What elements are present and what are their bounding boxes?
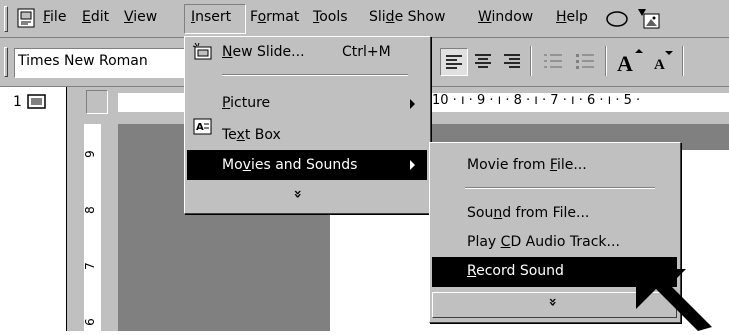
menu-item-text-box[interactable]: Text Box <box>222 127 281 143</box>
ruler-corner <box>86 90 108 114</box>
increase-font-button[interactable]: A <box>614 48 644 74</box>
align-left-button[interactable] <box>440 48 468 76</box>
align-center-button[interactable] <box>470 48 496 74</box>
numbering-icon <box>544 54 562 68</box>
toolbar-separator-3 <box>682 46 684 76</box>
vertical-ruler[interactable]: 9 8 7 6 <box>83 124 101 331</box>
toolbar-grip[interactable] <box>4 47 8 77</box>
insert-menu-expand-icon[interactable]: » <box>290 189 306 198</box>
menu-tools[interactable]: Tools <box>313 9 348 25</box>
menu-view[interactable]: View <box>124 9 157 25</box>
insert-picture-icon[interactable] <box>636 7 662 31</box>
outline-pane <box>0 87 66 331</box>
menu-file[interactable]: File <box>43 9 66 25</box>
pane-splitter[interactable] <box>66 87 82 331</box>
submenu-item-sound-from-file[interactable]: Sound from File... <box>467 205 589 221</box>
menu-item-new-slide[interactable]: New Slide... <box>222 44 305 60</box>
ellipse-tool-icon[interactable] <box>605 10 629 28</box>
svg-text:A: A <box>617 51 633 73</box>
menu-slide-show[interactable]: Slide Show <box>369 9 445 25</box>
horizontal-ruler-labels: 10 · ı · 9 · ı · 8 · ı · 7 · ı · 6 · ı ·… <box>432 93 641 108</box>
decrease-font-button[interactable]: A <box>650 48 676 74</box>
bullets-icon <box>576 54 594 69</box>
menu-window[interactable]: Window <box>478 9 533 25</box>
menubar-grip[interactable] <box>4 6 8 32</box>
slide-thumbnail-icon[interactable] <box>27 94 47 110</box>
pointer-arrow-icon <box>632 265 712 331</box>
submenu-expand-icon[interactable]: » <box>545 297 561 306</box>
movies-submenu-arrow-icon <box>410 160 415 170</box>
menu-insert[interactable]: Insert <box>191 9 231 25</box>
increase-font-size-icon: A <box>617 49 643 73</box>
submenu-item-movie-from-file[interactable]: Movie from File... <box>467 157 587 173</box>
svg-text:A: A <box>196 122 204 133</box>
text-box-icon: A <box>193 118 213 136</box>
font-name-value: Times New Roman <box>18 53 148 69</box>
svg-text:A: A <box>654 57 665 73</box>
bullets-button[interactable] <box>572 48 598 74</box>
align-right-button[interactable] <box>499 48 525 74</box>
toolbar-separator <box>530 46 532 76</box>
menu-item-movies-sounds[interactable]: Movies and Sounds <box>222 157 357 173</box>
align-center-icon <box>475 54 491 68</box>
align-right-icon <box>504 54 520 68</box>
new-slide-shortcut: Ctrl+M <box>342 44 391 60</box>
insert-menu <box>184 36 431 214</box>
menu-format[interactable]: Format <box>250 9 299 25</box>
submenu-item-record-sound[interactable]: Record Sound <box>467 263 564 279</box>
slide-number: 1 <box>13 94 22 110</box>
font-name-box[interactable]: Times New Roman <box>14 48 192 78</box>
menu-item-picture[interactable]: Picture <box>222 95 270 111</box>
document-menu-icon[interactable] <box>16 8 38 30</box>
submenu-item-cd-audio[interactable]: Play CD Audio Track... <box>467 234 620 250</box>
picture-submenu-arrow-icon <box>410 99 415 109</box>
numbering-button[interactable] <box>540 48 566 74</box>
decrease-font-size-icon: A <box>654 51 673 73</box>
toolbar-separator-2 <box>605 46 607 76</box>
menu-edit[interactable]: Edit <box>82 9 109 25</box>
align-left-icon <box>446 55 462 69</box>
new-slide-icon <box>192 42 214 62</box>
menu-help[interactable]: Help <box>556 9 588 25</box>
submenu-separator <box>465 187 655 189</box>
insert-menu-separator <box>222 74 408 76</box>
